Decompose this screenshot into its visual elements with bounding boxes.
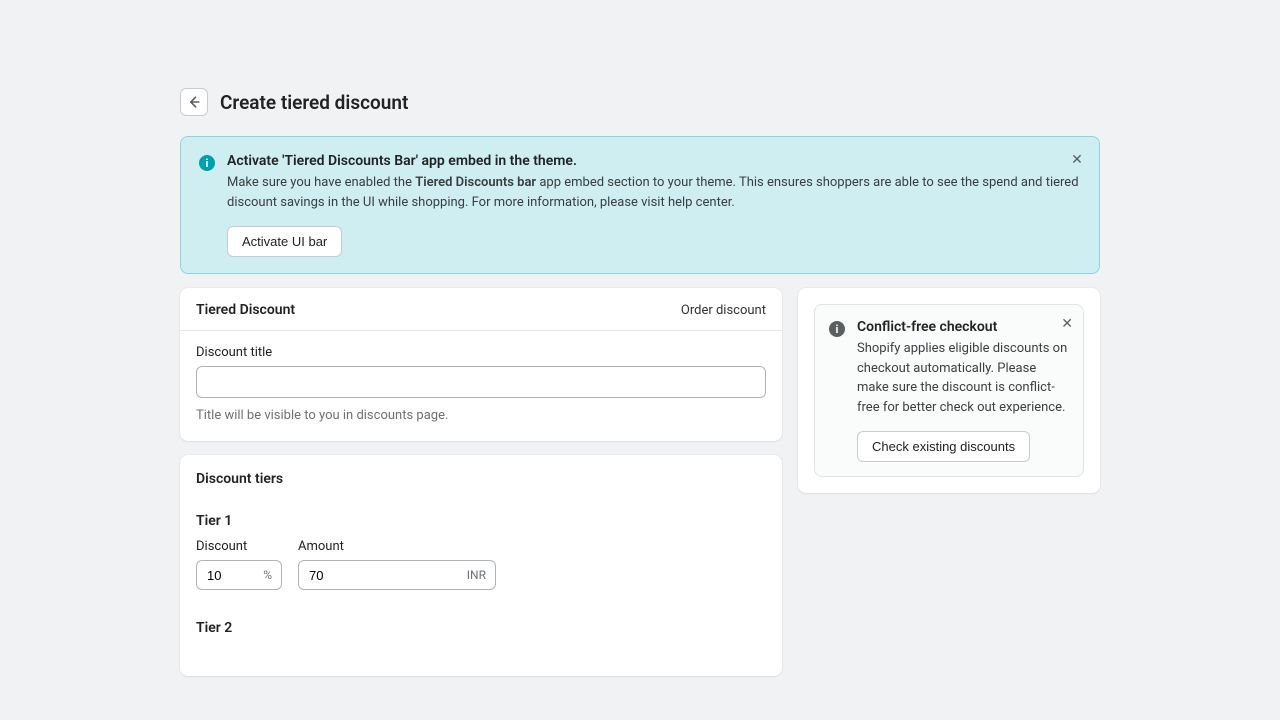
- banner-close-button[interactable]: ✕: [1067, 149, 1087, 169]
- discount-tiers-card: Discount tiers Tier 1 Discount % Amount: [180, 455, 782, 676]
- tier-1-amount-input[interactable]: [298, 560, 496, 590]
- banner-title: Activate 'Tiered Discounts Bar' app embe…: [227, 153, 1081, 169]
- conflict-text: Shopify applies eligible discounts on ch…: [857, 339, 1069, 417]
- conflict-title: Conflict-free checkout: [857, 319, 1069, 335]
- discount-type-label: Order discount: [681, 303, 766, 318]
- page-title: Create tiered discount: [220, 91, 408, 114]
- discount-title-input[interactable]: [196, 366, 766, 398]
- tier-discount-label: Discount: [196, 539, 282, 554]
- card-title: Tiered Discount: [196, 302, 295, 318]
- tier-1-discount-input[interactable]: [196, 560, 282, 590]
- banner-text: Make sure you have enabled the Tiered Di…: [227, 173, 1081, 212]
- conflict-banner: i Conflict-free checkout Shopify applies…: [814, 304, 1084, 477]
- tiered-discount-card: Tiered Discount Order discount Discount …: [180, 288, 782, 441]
- info-icon: i: [829, 321, 845, 337]
- back-button[interactable]: [180, 88, 208, 116]
- check-existing-discounts-button[interactable]: Check existing discounts: [857, 431, 1030, 462]
- close-icon: ✕: [1061, 315, 1073, 331]
- arrow-left-icon: [186, 94, 202, 110]
- info-icon: i: [199, 155, 215, 171]
- conflict-close-button[interactable]: ✕: [1061, 315, 1073, 332]
- tier-1-title: Tier 1: [196, 513, 766, 529]
- tier-2-title: Tier 2: [196, 620, 766, 636]
- discount-title-label: Discount title: [196, 345, 766, 360]
- activate-banner: i Activate 'Tiered Discounts Bar' app em…: [180, 136, 1100, 274]
- close-icon: ✕: [1071, 151, 1083, 167]
- tier-1-row: Discount % Amount INR: [196, 539, 766, 590]
- activate-ui-bar-button[interactable]: Activate UI bar: [227, 226, 342, 257]
- page-header: Create tiered discount: [180, 88, 1100, 116]
- tier-amount-label: Amount: [298, 539, 496, 554]
- conflict-free-card: i Conflict-free checkout Shopify applies…: [798, 288, 1100, 493]
- discount-tiers-heading: Discount tiers: [196, 471, 766, 487]
- discount-title-help: Title will be visible to you in discount…: [196, 408, 766, 423]
